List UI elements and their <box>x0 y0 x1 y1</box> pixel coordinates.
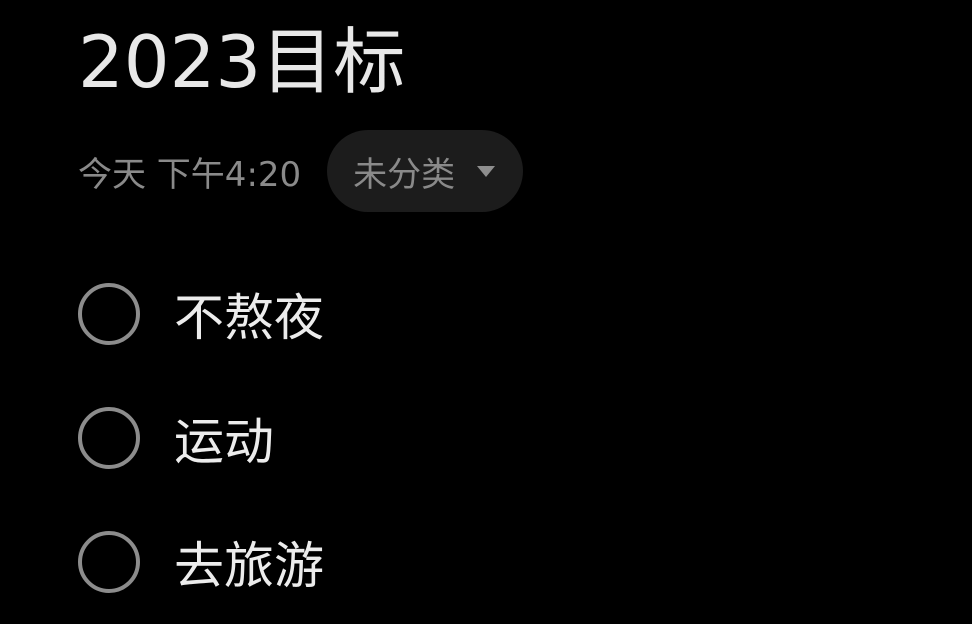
todo-item: 去旅游 <box>78 500 324 624</box>
todo-checkbox[interactable] <box>78 283 140 345</box>
todo-text[interactable]: 运动 <box>174 402 274 474</box>
todo-text[interactable]: 去旅游 <box>174 526 324 598</box>
todo-list: 不熬夜 运动 去旅游 <box>78 252 324 624</box>
todo-item: 运动 <box>78 376 324 500</box>
note-meta: 今天 下午4:20 未分类 <box>78 130 524 212</box>
category-label: 未分类 <box>353 154 456 195</box>
category-dropdown[interactable]: 未分类 <box>327 130 524 212</box>
note-title[interactable]: 2023目标 <box>78 14 405 110</box>
chevron-down-icon <box>477 165 496 177</box>
todo-checkbox[interactable] <box>78 407 140 469</box>
note-timestamp: 今天 下午4:20 <box>78 154 302 195</box>
todo-item: 不熬夜 <box>78 252 324 376</box>
todo-text[interactable]: 不熬夜 <box>174 278 324 350</box>
todo-checkbox[interactable] <box>78 531 140 593</box>
